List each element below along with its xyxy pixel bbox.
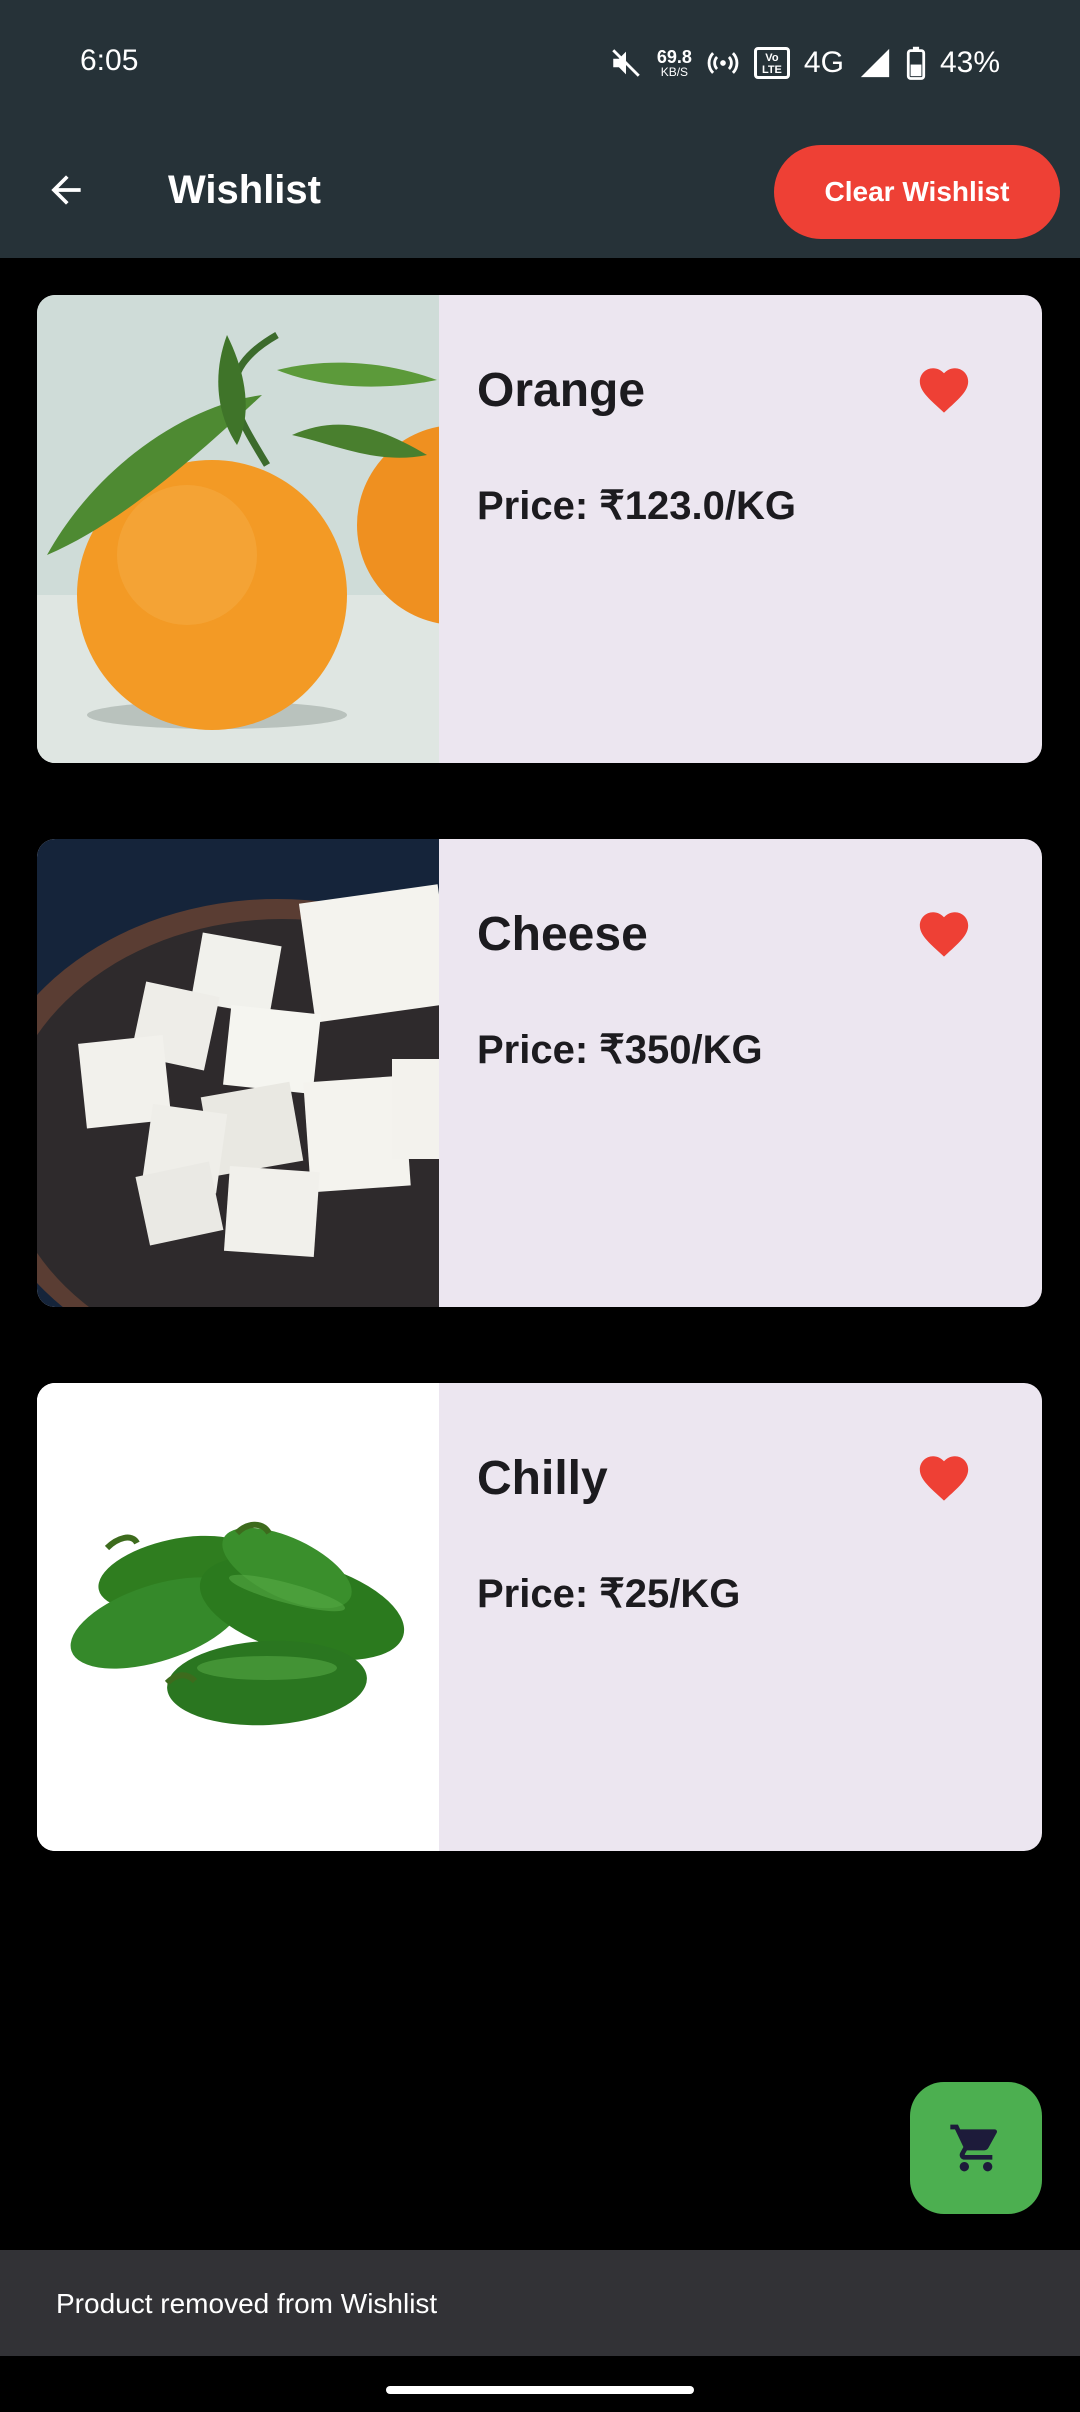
cart-fab-button[interactable] xyxy=(910,2082,1042,2214)
product-price: Price: ₹25/KG xyxy=(477,1572,741,1616)
gesture-nav-bar xyxy=(0,2356,1080,2412)
product-name: Cheese xyxy=(477,908,648,961)
back-arrow-icon xyxy=(51,175,81,205)
wishlist-card[interactable]: Orange Price: ₹123.0/KG xyxy=(37,295,1042,763)
clear-wishlist-button[interactable]: Clear Wishlist xyxy=(774,145,1060,239)
page-title: Wishlist xyxy=(168,168,321,212)
product-name: Orange xyxy=(477,364,646,417)
mute-icon xyxy=(612,49,640,77)
status-time: 6:05 xyxy=(80,44,139,77)
product-image xyxy=(37,295,439,763)
battery-icon xyxy=(906,46,926,80)
app-bar: Wishlist Clear Wishlist xyxy=(0,128,1080,258)
status-icons: 69.8 KB/S Vo LTE 4G 43% xyxy=(609,38,1000,88)
cart-icon xyxy=(950,2124,998,2172)
product-image xyxy=(37,839,439,1307)
speed-unit: KB/S xyxy=(660,65,689,79)
home-handle[interactable] xyxy=(386,2386,694,2394)
snackbar-message: Product removed from Wishlist xyxy=(56,2288,438,2319)
battery-percent: 43% xyxy=(939,46,1000,79)
back-button[interactable] xyxy=(36,160,96,220)
wishlist-toggle[interactable] xyxy=(915,1449,973,1507)
signal-icon xyxy=(860,48,890,78)
product-price: Price: ₹123.0/KG xyxy=(477,484,796,528)
product-image xyxy=(37,1383,439,1851)
hotspot-icon xyxy=(707,52,739,74)
product-price: Price: ₹350/KG xyxy=(477,1028,763,1072)
speed-value: 69.8 xyxy=(656,47,692,67)
wishlist-card[interactable]: Cheese Price: ₹350/KG xyxy=(37,839,1042,1307)
status-bar: 6:05 69.8 KB/S Vo LTE 4G 43% xyxy=(0,0,1080,128)
wishlist-toggle[interactable] xyxy=(915,361,973,419)
heart-icon xyxy=(919,1456,969,1501)
product-name: Chilly xyxy=(477,1452,608,1505)
heart-icon xyxy=(919,368,969,413)
snackbar: Product removed from Wishlist xyxy=(0,2250,1080,2356)
network-speed: 69.8 KB/S xyxy=(657,48,692,78)
volte-icon: Vo LTE xyxy=(753,47,790,79)
network-type: 4G xyxy=(803,46,844,79)
wishlist-card[interactable]: Chilly Price: ₹25/KG xyxy=(37,1383,1042,1851)
heart-icon xyxy=(919,912,969,957)
wishlist-toggle[interactable] xyxy=(915,905,973,963)
